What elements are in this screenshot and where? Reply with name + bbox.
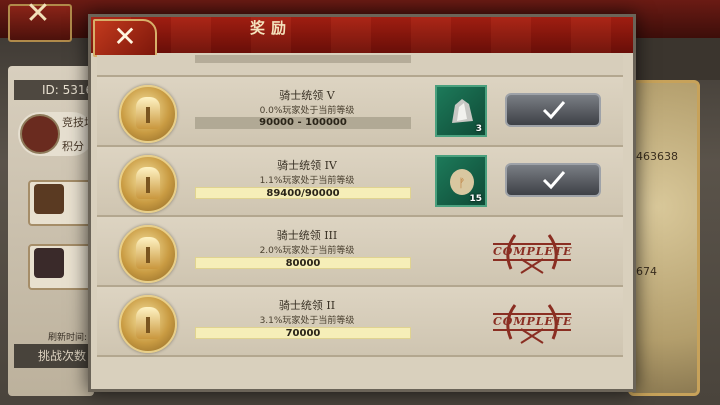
rank-range-bar: 90000 - 100000 <box>195 117 411 129</box>
svg-text:ᚠ: ᚠ <box>458 176 465 190</box>
reward-item[interactable]: ᚠ 15 <box>435 155 487 207</box>
score-label: 积分 <box>62 140 84 153</box>
list-item-partial <box>97 55 623 77</box>
rank-description: 0.0%玩家处于当前等级 <box>259 106 355 116</box>
reward-count: 15 <box>469 194 482 204</box>
rank-name: 骑士统领 V <box>279 89 335 102</box>
rank-threshold-bar: 70000 <box>195 327 411 339</box>
rank-name: 骑士统领 II <box>278 299 336 312</box>
checkmark-icon <box>542 101 566 120</box>
trophy-icon <box>34 248 64 278</box>
knight-badge-icon <box>119 295 177 353</box>
claim-button[interactable] <box>505 93 601 127</box>
rank-progress-text: 89400/90000 <box>266 188 340 199</box>
knight-badge-icon <box>119 85 177 143</box>
complete-stamp: COMPLETE <box>493 227 571 277</box>
rank-threshold-text: 70000 <box>285 328 321 339</box>
reward-item[interactable]: 3 <box>435 85 487 137</box>
world-map-thumbnail <box>628 80 700 396</box>
rank-threshold-text: 80000 <box>285 258 321 269</box>
rank-description: 3.1%玩家处于当前等级 <box>259 316 355 326</box>
helmet-visor <box>146 247 150 263</box>
rank-description: 1.1%玩家处于当前等级 <box>259 176 355 186</box>
list-item: 骑士统领 II 3.1%玩家处于当前等级 70000 COMPLETE <box>97 287 623 357</box>
rank-description: 2.0%玩家处于当前等级 <box>259 246 355 256</box>
complete-stamp-text: COMPLETE <box>493 243 571 261</box>
helmet-visor <box>146 177 150 193</box>
list-item: 骑士统领 V 0.0%玩家处于当前等级 90000 - 100000 3 <box>97 77 623 147</box>
rank-progress-bar: 89400/90000 <box>195 187 411 199</box>
list-item: 骑士统领 III 2.0%玩家处于当前等级 80000 COMPLETE <box>97 217 623 287</box>
helmet-visor <box>146 107 150 123</box>
scales-icon <box>34 184 64 214</box>
reward-list[interactable]: 骑士统领 V 0.0%玩家处于当前等级 90000 - 100000 3 骑士统… <box>97 55 623 385</box>
rank-name: 骑士统领 IV <box>277 159 337 172</box>
knight-badge-icon <box>119 155 177 213</box>
list-item: 骑士统领 IV 1.1%玩家处于当前等级 89400/90000 ᚠ 15 <box>97 147 623 217</box>
knight-badge-icon <box>119 225 177 283</box>
rank-range-text: 90000 - 100000 <box>259 117 347 128</box>
background-right-strip <box>630 38 720 80</box>
refresh-time-label: 刷新时间: <box>48 333 88 343</box>
partial-range-bar <box>195 55 411 63</box>
map-value-1: 463638 <box>636 150 678 163</box>
arena-shield-icon <box>20 114 60 154</box>
helmet-visor <box>146 317 150 333</box>
iron-ore-icon <box>452 99 473 123</box>
rewards-modal: 奖励 ✕ 骑士统领 V 0.0%玩家处于当前等级 90000 - 100000 … <box>88 14 636 392</box>
complete-stamp: COMPLETE <box>493 297 571 347</box>
player-id-label: ID: 5316 <box>14 80 94 100</box>
reward-count: 3 <box>475 124 482 134</box>
map-value-2: 674 <box>636 265 657 278</box>
modal-header: 奖励 <box>91 17 633 53</box>
close-icon: ✕ <box>113 20 137 53</box>
complete-stamp-text: COMPLETE <box>493 313 571 331</box>
close-button[interactable]: ✕ <box>93 19 157 57</box>
rank-threshold-bar: 80000 <box>195 257 411 269</box>
background-close-icon: ✕ <box>25 0 51 31</box>
challenge-count-label: 挑战次数 <box>14 344 94 368</box>
rank-name: 骑士统领 III <box>276 229 338 242</box>
checkmark-icon <box>542 171 566 190</box>
rune-stone-icon: ᚠ <box>450 169 474 195</box>
claim-button[interactable] <box>505 163 601 197</box>
